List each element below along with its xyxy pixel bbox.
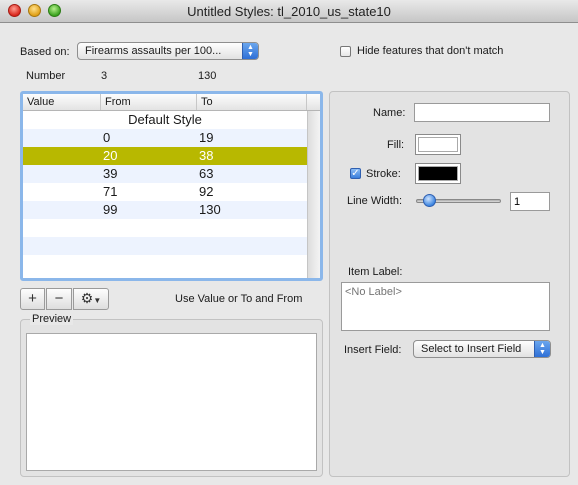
table-body: Default Style 0 19 20 38 39 63 71 92 99 130 — [23, 111, 307, 273]
styles-window: Untitled Styles: tl_2010_us_state10 Base… — [0, 0, 578, 485]
row-to: 130 — [199, 202, 221, 217]
stroke-label: Stroke: — [366, 168, 401, 180]
row-from: 20 — [103, 148, 118, 163]
insert-field-label: Insert Field: — [344, 344, 402, 356]
table-row[interactable]: 99 130 — [23, 201, 307, 219]
line-width-slider-knob[interactable] — [423, 194, 436, 207]
fill-color-swatch — [418, 137, 458, 152]
popup-arrows-icon: ▲ ▼ — [534, 341, 550, 357]
column-header-value[interactable]: Value — [23, 94, 101, 110]
table-row[interactable]: 0 19 — [23, 129, 307, 147]
table-row-selected[interactable]: 20 38 — [23, 147, 307, 165]
based-on-popup[interactable]: Firearms assaults per 100... ▲ ▼ — [77, 42, 259, 60]
line-width-field[interactable] — [510, 192, 550, 211]
name-label: Name: — [373, 107, 406, 119]
number-min: 3 — [101, 70, 108, 82]
table-row-empty — [23, 237, 307, 255]
item-label-field[interactable] — [341, 282, 550, 331]
fill-color-well[interactable] — [415, 134, 461, 155]
based-on-label: Based on: — [20, 46, 70, 58]
name-field[interactable] — [414, 103, 550, 122]
table-row-empty — [23, 255, 307, 273]
preview-group — [20, 319, 323, 477]
row-from: 71 — [103, 184, 118, 199]
window-title: Untitled Styles: tl_2010_us_state10 — [187, 4, 391, 19]
chevron-down-icon: ▼ — [93, 296, 102, 305]
styles-table[interactable]: Value From To Default Style 0 19 20 38 39 6… — [20, 91, 323, 281]
row-to: 92 — [199, 184, 214, 199]
title-bar[interactable]: Untitled Styles: tl_2010_us_state10 — [0, 0, 578, 23]
value-hint-label: Use Value or To and From — [175, 293, 303, 305]
stroke-color-swatch — [418, 166, 458, 181]
based-on-value: Firearms assaults per 100... — [85, 45, 222, 57]
preview-canvas — [26, 333, 317, 471]
row-from: 39 — [103, 166, 118, 181]
table-header: Value From To — [23, 94, 320, 111]
row-from: 0 — [103, 130, 111, 145]
insert-field-value: Select to Insert Field — [421, 343, 522, 355]
popup-arrows-icon: ▲ ▼ — [242, 43, 258, 59]
table-row[interactable]: 39 63 — [23, 165, 307, 183]
number-max: 130 — [198, 70, 217, 82]
line-width-label: Line Width: — [347, 195, 403, 207]
preview-label: Preview — [30, 313, 74, 325]
row-to: 19 — [199, 130, 214, 145]
item-label-label: Item Label: — [348, 266, 403, 278]
table-row-default[interactable]: Default Style — [23, 111, 307, 129]
gear-icon: ⚙ — [80, 290, 94, 306]
row-to: 63 — [199, 166, 214, 181]
hide-features-label: Hide features that don't match — [357, 45, 504, 57]
stroke-color-well[interactable] — [415, 163, 461, 184]
fill-label: Fill: — [387, 139, 405, 151]
insert-field-popup[interactable]: Select to Insert Field ▲ ▼ — [413, 340, 551, 358]
table-row[interactable]: 71 92 — [23, 183, 307, 201]
number-label: Number — [26, 70, 66, 82]
hide-features-checkbox[interactable] — [340, 46, 351, 57]
column-header-from[interactable]: From — [101, 94, 197, 110]
table-row-empty — [23, 219, 307, 237]
stroke-checkbox[interactable]: ✓ — [350, 168, 361, 179]
table-scrollbar[interactable] — [307, 111, 320, 278]
default-style-label: Default Style — [128, 112, 202, 127]
add-style-button[interactable]: + — [20, 288, 45, 310]
row-from: 99 — [103, 202, 118, 217]
column-header-to[interactable]: To — [197, 94, 307, 110]
gear-menu-button[interactable]: ⚙▼ — [73, 288, 109, 310]
remove-style-button[interactable]: − — [46, 288, 72, 310]
row-to: 38 — [199, 148, 214, 163]
